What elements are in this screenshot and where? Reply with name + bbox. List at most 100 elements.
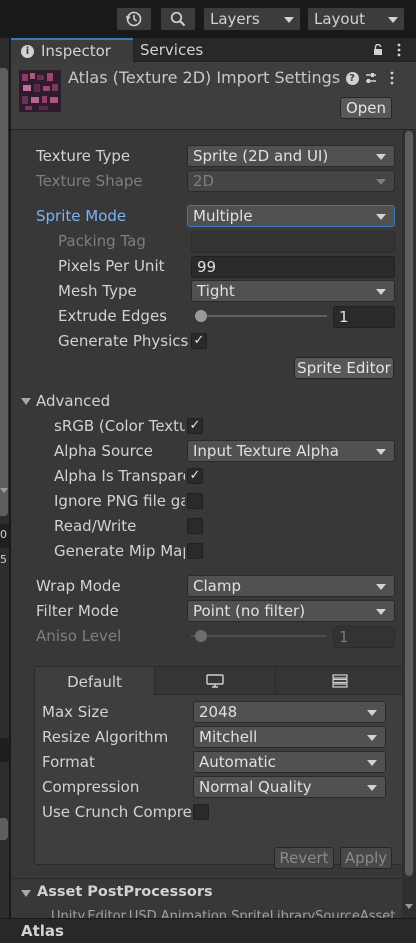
- layers-dropdown[interactable]: Layers: [203, 7, 301, 31]
- use-crunch-compression-label: Use Crunch Compres: [42, 803, 192, 821]
- left-panel-scrollbar-lower[interactable]: [0, 818, 8, 840]
- chevron-down-icon: [376, 609, 386, 615]
- left-panel-scrollbar[interactable]: [0, 68, 8, 516]
- chevron-down-icon: [376, 289, 386, 295]
- revert-button[interactable]: Revert: [274, 847, 334, 869]
- search-icon: [170, 11, 186, 27]
- generate-mip-maps-label: Generate Mip Map: [54, 542, 185, 560]
- alpha-source-value: Input Texture Alpha: [193, 442, 339, 460]
- wrap-mode-dropdown[interactable]: Clamp: [187, 575, 395, 597]
- format-value: Automatic: [199, 753, 276, 771]
- postprocessor-item: Unity.Editor.USD.Animation.SpriteLibrary…: [51, 909, 396, 918]
- resize-algorithm-value: Mitchell: [199, 728, 258, 746]
- tab-services-label: Services: [140, 41, 204, 59]
- ignore-png-gamma-label: Ignore PNG file ga: [54, 492, 185, 510]
- history-button[interactable]: [116, 7, 152, 31]
- foldout-arrow-icon[interactable]: [21, 398, 31, 405]
- texture-shape-dropdown: 2D: [187, 170, 395, 192]
- sprite-editor-button[interactable]: Sprite Editor: [294, 357, 394, 379]
- filter-mode-dropdown[interactable]: Point (no filter): [187, 600, 395, 622]
- advanced-foldout-label[interactable]: Advanced: [36, 392, 110, 410]
- max-size-value: 2048: [199, 703, 238, 721]
- chevron-down-icon: [0, 488, 8, 493]
- alpha-source-label: Alpha Source: [54, 442, 153, 460]
- section-divider: [11, 878, 402, 879]
- tab-inspector[interactable]: i Inspector: [11, 38, 133, 62]
- srgb-label: sRGB (Color Textu: [54, 417, 185, 435]
- checkmark-icon: ✓: [193, 333, 205, 348]
- read-write-checkbox[interactable]: [187, 518, 203, 534]
- generate-mip-maps-checkbox[interactable]: [187, 543, 203, 559]
- inspector-window: i Inspector Services Atlas (Texture 2D) …: [11, 38, 416, 918]
- generate-physics-checkbox[interactable]: ✓: [191, 333, 207, 349]
- format-dropdown[interactable]: Automatic: [193, 751, 386, 773]
- aniso-level-label: Aniso Level: [36, 627, 122, 645]
- tab-other-platforms[interactable]: [276, 667, 403, 695]
- monitor-icon: [206, 674, 224, 688]
- chevron-down-icon: [367, 735, 377, 741]
- layers-label: Layers: [210, 10, 260, 28]
- lock-icon[interactable]: [373, 43, 383, 56]
- checkmark-icon: ✓: [189, 468, 201, 483]
- search-button[interactable]: [160, 7, 196, 31]
- alpha-source-dropdown[interactable]: Input Texture Alpha: [187, 440, 395, 462]
- foldout-arrow-icon[interactable]: [21, 890, 31, 897]
- pixels-per-unit-field[interactable]: 99: [191, 256, 395, 278]
- mesh-type-label: Mesh Type: [58, 282, 137, 300]
- compression-value: Normal Quality: [199, 778, 312, 796]
- wrap-mode-value: Clamp: [193, 577, 241, 595]
- open-button[interactable]: Open: [340, 97, 392, 119]
- layout-dropdown[interactable]: Layout: [307, 7, 405, 31]
- preset-icon[interactable]: [363, 70, 379, 86]
- sprite-mode-dropdown[interactable]: Multiple: [187, 205, 395, 227]
- texture-thumbnail: [19, 70, 61, 112]
- chevron-down-icon: [367, 760, 377, 766]
- platform-tabs: Default: [35, 667, 403, 696]
- texture-type-value: Sprite (2D and UI): [193, 147, 329, 165]
- alpha-is-transparency-label: Alpha Is Transpare: [54, 467, 185, 485]
- apply-button[interactable]: Apply: [340, 847, 392, 869]
- tab-default-platform[interactable]: Default: [35, 667, 155, 696]
- packing-tag-field: [191, 231, 395, 253]
- extrude-edges-slider-knob[interactable]: [195, 310, 207, 322]
- help-icon[interactable]: ?: [344, 70, 360, 86]
- resize-algorithm-label: Resize Algorithm: [42, 728, 169, 746]
- scrollbar-thumb[interactable]: [405, 131, 413, 876]
- texture-type-dropdown[interactable]: Sprite (2D and UI): [187, 145, 395, 167]
- extrude-edges-field[interactable]: 1: [333, 306, 395, 328]
- inspector-header: Atlas (Texture 2D) Import Settings ? Ope…: [11, 62, 416, 130]
- texture-shape-label: Texture Shape: [36, 172, 143, 190]
- inspector-scrollbar[interactable]: [402, 131, 416, 918]
- tab-inspector-label: Inspector: [41, 42, 111, 60]
- mesh-type-dropdown[interactable]: Tight: [191, 280, 395, 302]
- chevron-down-icon: [376, 154, 386, 160]
- chevron-down-icon: [284, 17, 294, 23]
- mesh-type-value: Tight: [197, 282, 235, 300]
- kebab-menu-icon[interactable]: [384, 70, 400, 86]
- compression-dropdown[interactable]: Normal Quality: [193, 776, 386, 798]
- srgb-checkbox[interactable]: ✓: [187, 418, 203, 434]
- scroll-down-arrow-icon[interactable]: [405, 904, 413, 909]
- texture-type-label: Texture Type: [36, 147, 131, 165]
- aniso-level-field: 1: [333, 626, 395, 648]
- use-crunch-compression-checkbox[interactable]: [193, 804, 209, 820]
- inspector-title: Atlas (Texture 2D) Import Settings: [68, 68, 341, 87]
- tab-default-label: Default: [67, 672, 122, 691]
- tab-standalone-platform[interactable]: [155, 667, 276, 695]
- chevron-down-icon: [376, 179, 386, 185]
- chevron-down-icon: [367, 710, 377, 716]
- ignore-png-gamma-checkbox[interactable]: [187, 493, 203, 509]
- max-size-dropdown[interactable]: 2048: [193, 701, 386, 723]
- asset-postprocessors-label[interactable]: Asset PostProcessors: [37, 884, 213, 900]
- pixels-per-unit-label: Pixels Per Unit: [58, 257, 165, 275]
- aniso-level-slider-track: [191, 635, 327, 637]
- tab-bar: i Inspector Services: [11, 38, 416, 62]
- texture-shape-value: 2D: [193, 172, 215, 190]
- tab-services[interactable]: Services: [140, 38, 230, 62]
- kebab-menu-icon[interactable]: [396, 43, 402, 57]
- chevron-down-icon: [376, 449, 386, 455]
- resize-algorithm-dropdown[interactable]: Mitchell: [193, 726, 386, 748]
- extrude-edges-slider-track[interactable]: [195, 315, 327, 317]
- alpha-is-transparency-checkbox[interactable]: ✓: [187, 468, 203, 484]
- top-toolbar: Layers Layout: [0, 0, 416, 38]
